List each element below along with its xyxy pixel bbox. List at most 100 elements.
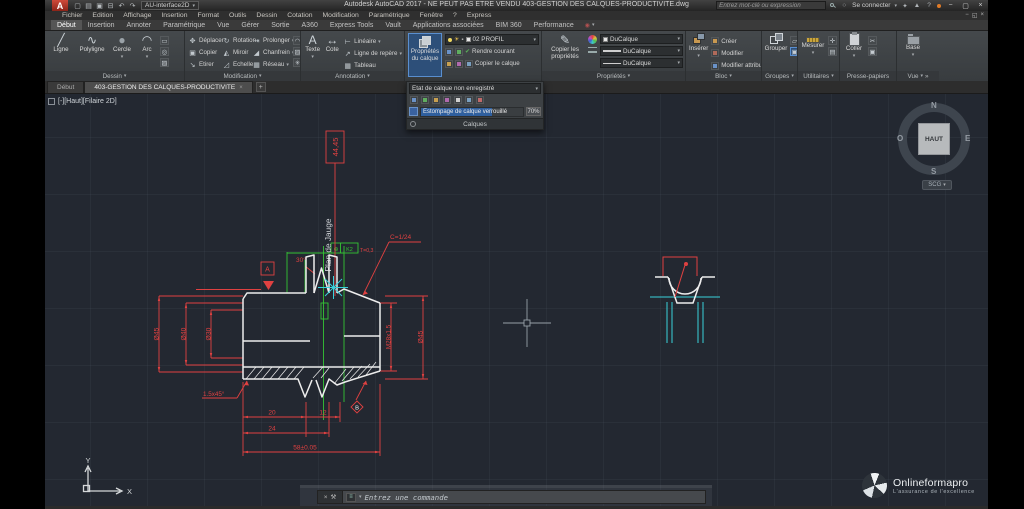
tool-lineaire[interactable]: ⊢ Linéaire ▾ [343,36,402,47]
viewcube-west[interactable]: O [897,134,903,143]
help-search-field[interactable]: Entrez mot-clé ou expression [716,1,827,10]
new-tab-button[interactable]: + [255,82,266,92]
panel-label-annotation[interactable]: Annotation ▾ [301,71,404,81]
measure-button[interactable]: Mesurer ▾ [801,33,825,71]
tool-deplacer[interactable]: ✥ Déplacer [188,35,224,46]
recent-commands-icon[interactable]: ≡ [346,492,356,502]
group-button[interactable]: Grouper [765,33,787,71]
lineweight-dropdown[interactable]: DuCalque ▾ [600,46,683,56]
chevron-down-icon[interactable]: ▾ [894,3,897,9]
drawing-canvas[interactable]: [-][Haut][Filaire 2D] ⊕ K2 44,45 C=1/24 … [45,94,988,506]
tool-arc[interactable]: ◠ Arc ▾ [137,33,157,71]
pin-icon[interactable] [410,121,416,127]
menu-fenetre[interactable]: Fenêtre [415,12,448,19]
panel-label-bloc[interactable]: Bloc ▾ [686,71,761,81]
fade-toggle-icon[interactable] [409,107,418,116]
edit-attributes-button[interactable]: Modifier attributs▾ [711,61,761,71]
menu-edition[interactable]: Edition [87,12,118,19]
layer-state-dropdown[interactable]: Etat de calque non enregistré ▾ [409,83,541,94]
fillet-tool-icon[interactable]: ◠ [293,36,300,45]
chevron-down-icon[interactable]: ▾ [359,494,362,500]
viewcube-north[interactable]: N [931,101,937,110]
save-icon[interactable]: ▣ [95,1,104,10]
help-icon[interactable]: ? [925,2,933,10]
ribbon-tab-vault[interactable]: Vault [379,20,406,30]
tool-ligne-de-repere[interactable]: ↗ Ligne de repère ▾ [343,48,402,59]
base-view-button[interactable]: Base ▾ [900,33,926,71]
doc-close-button[interactable]: × [980,12,984,19]
copy-clip-icon[interactable]: ▣ [868,47,877,56]
group-edit-icon[interactable]: ▣ [790,47,797,56]
sign-in-button[interactable]: Se connecter [852,2,890,9]
menu-format[interactable]: Format [193,12,225,19]
tool-reseau[interactable]: ▦ Réseau ▾ [252,59,292,70]
panel-label-vue[interactable]: Vue ▾ » [897,71,939,81]
ribbon-tab-annoter[interactable]: Annoter [121,20,158,30]
layer-properties-button[interactable]: Propriétés du calque [408,33,442,77]
menu-express[interactable]: Express [462,12,497,19]
close-command-icon[interactable]: × [324,494,328,501]
hatch-tool-icon[interactable]: ▨ [160,58,169,67]
delete-layer-icon[interactable] [476,95,484,104]
id-point-icon[interactable]: ✛ [828,36,837,45]
workspace-dropdown[interactable]: AU-interface2D ▾ [141,1,199,10]
tool-texte[interactable]: A Texte ▾ [304,33,321,71]
menu-dessin[interactable]: Dessin [251,12,282,19]
calques-panel-footer[interactable]: Calques [407,118,543,129]
menu-cotation[interactable]: Cotation [282,12,317,19]
tool-copier[interactable]: ▣ Copier [188,47,222,58]
tool-cercle[interactable]: ● Cercle ▾ [110,33,134,71]
file-tab-document[interactable]: 403-GESTION DES CALQUES-PRODUCTIVITE × [84,81,253,93]
tool-etirer[interactable]: ↘ Etirer [188,59,222,70]
menu-parametrique[interactable]: Paramétrique [364,12,415,19]
tool-echelle[interactable]: ◿ Echelle [222,59,254,70]
panel-label-proprietes[interactable]: Propriétés ▾ [542,71,685,81]
redo-icon[interactable]: ↷ [128,1,137,10]
merge-layer-icon[interactable] [465,95,473,104]
lock-layer-icon[interactable] [454,95,462,104]
ribbon-tab-a360[interactable]: A360 [296,20,324,30]
layer-select-dropdown[interactable]: ☀ ▪ 02 PROFIL ▾ [445,34,539,45]
rectangle-tool-icon[interactable]: ▭ [160,36,169,45]
ribbon-options-icon[interactable]: ◉ ▾ [580,20,600,30]
layer-walk-icon[interactable] [443,95,451,104]
insert-block-button[interactable]: Insérer ▾ [689,33,708,71]
doc-restore-button[interactable]: ◱ [972,12,978,19]
paste-button[interactable]: Coller ▾ [843,32,865,71]
command-input[interactable]: ≡ ▾ Entrez une commande [343,490,706,504]
ribbon-tab-vue[interactable]: Vue [211,20,235,30]
menu-outils[interactable]: Outils [224,12,251,19]
ribbon-tab-applications-associees[interactable]: Applications associées [407,20,490,30]
open-file-icon[interactable]: ▤ [84,1,93,10]
edit-block-button[interactable]: Modifier [711,48,761,58]
tool-polyligne[interactable]: ∿ Polyligne [77,33,107,71]
app-menu-button[interactable]: A [52,0,68,11]
freeze-layer-icon[interactable] [432,95,440,104]
ucs-dropdown-button[interactable]: SCG ▾ [922,180,952,190]
tool-rotation[interactable]: ↻ Rotation [222,35,256,46]
cut-icon[interactable]: ✂ [868,36,877,45]
unisolate-layer-icon[interactable] [421,95,429,104]
menu-insertion[interactable]: Insertion [156,12,192,19]
ungroup-icon[interactable]: ▱ [790,36,797,45]
viewcube-east[interactable]: E [965,134,970,143]
customize-wrench-icon[interactable]: ⚒ [330,493,336,501]
command-line-drag-handle[interactable] [300,485,712,488]
ribbon-tab-performance[interactable]: Performance [528,20,580,30]
viewcube[interactable]: N S O E HAUT [895,100,973,178]
viewcube-top-face[interactable]: HAUT [918,123,950,155]
ribbon-tab-debut[interactable]: Début [51,20,82,30]
undo-icon[interactable]: ↶ [117,1,126,10]
ribbon-tab-insertion[interactable]: Insertion [82,20,121,30]
object-color-dropdown[interactable]: DuCalque ▾ [600,34,683,44]
doc-minimize-button[interactable]: − [965,12,969,19]
tool-tableau[interactable]: ▦ Tableau [343,60,402,71]
isolate-layer-icon[interactable] [410,95,418,104]
tool-chanfrein[interactable]: ◢Chanfrein▾ [252,47,295,58]
menu-aide[interactable]: ? [448,12,462,19]
tool-prolonger[interactable]: ⇥Prolonger▾ [252,35,295,46]
search-icon[interactable] [830,2,837,9]
menu-modification[interactable]: Modification [318,12,364,19]
trim-tool-icon[interactable]: ▨ [293,47,300,56]
panel-label-modification[interactable]: Modification ▾ [185,71,300,81]
